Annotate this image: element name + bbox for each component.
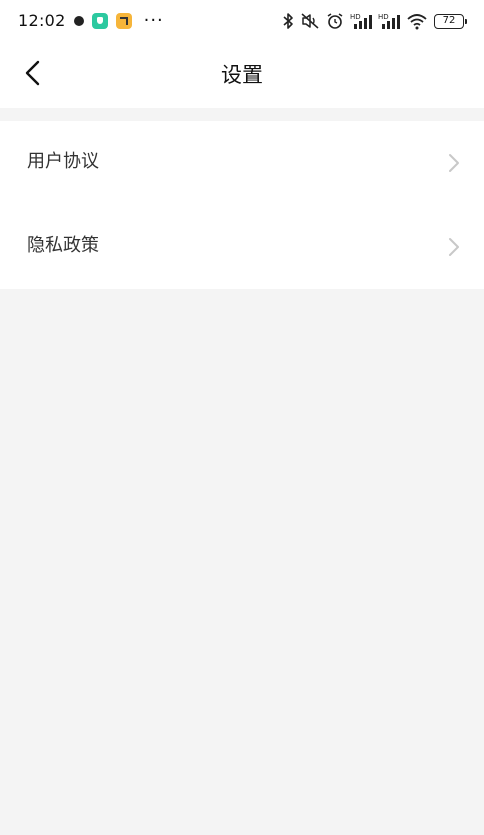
status-bar-right: HD HD 72	[282, 12, 467, 30]
status-bar-left: 12:02 ···	[18, 11, 164, 30]
svg-text:HD: HD	[378, 13, 389, 21]
more-notifications-icon: ···	[143, 9, 164, 31]
status-time: 12:02	[18, 11, 66, 30]
signal-hd-icon: HD	[350, 12, 372, 30]
header-bar: 设置	[0, 42, 484, 108]
settings-item-label: 用户协议	[27, 151, 99, 172]
chevron-right-icon	[448, 153, 460, 177]
settings-item-label: 隐私政策	[27, 235, 99, 256]
status-bar: 12:02 ··· HD HD 72	[0, 0, 484, 42]
app-shield-icon	[91, 12, 108, 29]
settings-item-user-agreement[interactable]: 用户协议	[0, 121, 484, 205]
settings-item-privacy-policy[interactable]: 隐私政策	[0, 205, 484, 289]
wifi-icon	[406, 12, 428, 30]
alarm-icon	[326, 12, 344, 30]
signal-hd-icon: HD	[378, 12, 400, 30]
battery-icon: 72	[434, 13, 467, 29]
page-title: 设置	[221, 63, 263, 87]
dot-icon	[73, 15, 84, 26]
bluetooth-icon	[282, 12, 294, 30]
settings-list: 用户协议 隐私政策	[0, 121, 484, 289]
app-mail-icon	[115, 12, 132, 29]
chevron-right-icon	[448, 237, 460, 261]
svg-text:HD: HD	[350, 13, 361, 21]
mute-icon	[300, 12, 320, 30]
